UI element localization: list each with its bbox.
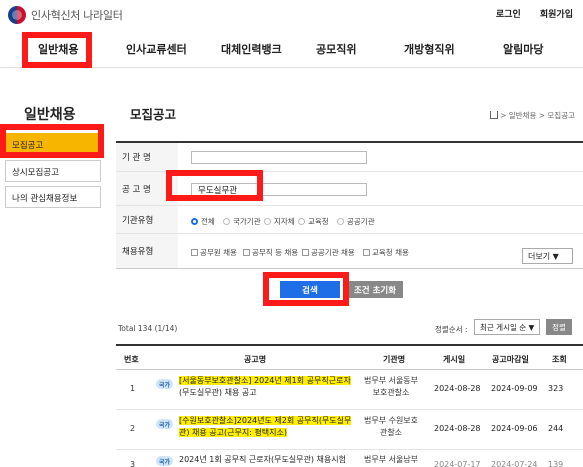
breadcrumb-text: > 일반채용 > 모집공고 [500, 111, 575, 120]
login-link[interactable]: 로그인 [496, 10, 521, 20]
check-education-office[interactable]: 교육청 채용 [363, 247, 409, 258]
check-public-work[interactable]: 공무직 등 채용 [243, 247, 298, 258]
row-org: 법무부 수원보호관찰소 [363, 416, 419, 437]
row-org: 법무부 서울동부보호관찰소 [363, 376, 419, 397]
radio-icon [298, 218, 305, 225]
row-posted: 2024-07-17 [434, 460, 481, 467]
org-name-input[interactable] [191, 151, 367, 164]
table-row[interactable]: 3 국가 2024년 1회 공무직 근로자(무도실무관) 채용시험 법무부 서울… [116, 450, 583, 467]
row-views: 139 [548, 460, 564, 467]
row-hire-type: 채용유형 공무원 채용 공무직 등 채용 공공기관 채용 교육청 채용 더보기 … [116, 234, 583, 269]
table-row[interactable]: 2 국가 [수원보호관찰소]2024년도 제2회 공무직(무도실무 관) 채용 공… [116, 410, 583, 450]
sort-button[interactable]: 정렬 [546, 319, 572, 335]
col-no: 번호 [124, 355, 139, 364]
radio-icon [223, 218, 230, 225]
home-icon[interactable] [490, 111, 499, 119]
check-public-org[interactable]: 공공기관 채용 [302, 247, 355, 258]
checkbox-icon [363, 249, 370, 256]
radio-national[interactable]: 국가기관 [223, 216, 261, 227]
highlight-notice-input [166, 170, 263, 201]
checkbox-icon [243, 249, 250, 256]
national-badge: 국가 [156, 456, 173, 466]
highlight-search-button [263, 272, 349, 306]
gnb-open-positions[interactable]: 공모직위 [316, 41, 356, 57]
sidebar-item-regular-recruit[interactable]: 상시모집공고 [5, 160, 101, 182]
government-emblem-icon [8, 6, 26, 24]
row-title-link[interactable]: [수원보호관찰소]2024년도 제2회 공무직(무도실무 관) 채용 공고(근무지… [179, 415, 354, 439]
breadcrumb: > 일반채용 > 모집공고 [490, 110, 575, 121]
national-badge: 국가 [156, 419, 173, 429]
national-badge: 국가 [156, 379, 173, 389]
checkbox-icon [191, 249, 198, 256]
row-due: 2024-09-09 [491, 384, 538, 393]
row-org: 기 관 명 [116, 143, 583, 172]
gnb-substitute-bank[interactable]: 대체인력뱅크 [221, 41, 282, 57]
table-header: 번호 공고명 기관명 게시일 공고마감일 조회 [116, 344, 583, 370]
sort-label: 정렬순서 : [435, 325, 468, 334]
sidebar-title: 일반채용 [24, 107, 76, 123]
radio-local-gov[interactable]: 지자체 [264, 216, 295, 227]
radio-public-org[interactable]: 공공기관 [337, 216, 375, 227]
gnb-open-type-positions[interactable]: 개방형직위 [404, 41, 455, 57]
sidebar-item-my-interest[interactable]: 나의 관심채용정보 [5, 186, 101, 208]
row-title-link[interactable]: 2024년 1회 공무직 근로자(무도실무관) 채용시험 [179, 454, 354, 466]
col-views: 조회 [552, 355, 567, 364]
radio-icon [264, 218, 271, 225]
row-due: 2024-09-06 [491, 424, 538, 433]
row-org-type: 기관유형 전체 국가기관 지자체 교육청 공공기관 [116, 206, 583, 234]
label-org-type: 기관유형 [116, 206, 178, 233]
table-row[interactable]: 1 국가 [서울동부보호관찰소] 2024년 제1회 공무직근로자 (무도실무관)… [116, 370, 583, 410]
radio-selected-icon [191, 218, 198, 225]
radio-education-office[interactable]: 교육청 [298, 216, 329, 227]
row-org: 법무부 서울남부 [363, 455, 419, 464]
highlight-gnb [22, 32, 92, 68]
search-form: 기 관 명 공 고 명 무도실무관 기관유형 전체 국가기관 지자체 교육청 공… [116, 141, 583, 269]
col-due: 공고마감일 [492, 355, 529, 364]
row-posted: 2024-08-28 [434, 384, 481, 393]
signup-link[interactable]: 회원가입 [540, 10, 573, 20]
gnb-hr-exchange[interactable]: 인사교류센터 [126, 41, 187, 57]
page-title: 모집공고 [130, 107, 177, 122]
label-org: 기 관 명 [116, 143, 178, 171]
row-views: 323 [548, 384, 564, 393]
site-logo[interactable]: 인사혁신처 나라일터 [8, 6, 123, 24]
checkbox-icon [302, 249, 309, 256]
row-due: 2024-07-24 [491, 460, 538, 467]
col-posted: 게시일 [443, 355, 466, 364]
col-title: 공고명 [244, 355, 267, 364]
result-total: Total 134 (1/14) [118, 324, 178, 333]
row-no: 1 [130, 384, 136, 393]
gnb-notices[interactable]: 알림마당 [503, 41, 543, 57]
sort-select[interactable]: 최근 게시일 순 ▼ [474, 319, 540, 335]
highlight-sidebar [0, 124, 104, 158]
label-hire-type: 채용유형 [116, 234, 178, 268]
reset-button[interactable]: 조건 초기화 [347, 281, 403, 298]
row-title-link[interactable]: [서울동부보호관찰소] 2024년 제1회 공무직근로자 (무도실무관) 채용 공… [179, 375, 354, 399]
check-civil-servant[interactable]: 공무원 채용 [191, 247, 237, 258]
row-posted: 2024-08-28 [434, 424, 481, 433]
radio-all[interactable]: 전체 [191, 216, 215, 227]
row-no: 3 [130, 460, 136, 467]
row-views: 244 [548, 424, 564, 433]
site-name: 인사혁신처 나라일터 [31, 9, 123, 22]
row-no: 2 [130, 424, 136, 433]
utility-links: 로그인 회원가입 [480, 7, 573, 20]
more-dropdown[interactable]: 더보기 ▼ [522, 248, 573, 264]
radio-icon [337, 218, 344, 225]
top-bar: 인사혁신처 나라일터 로그인 회원가입 [0, 0, 583, 30]
col-org: 기관명 [383, 355, 406, 364]
